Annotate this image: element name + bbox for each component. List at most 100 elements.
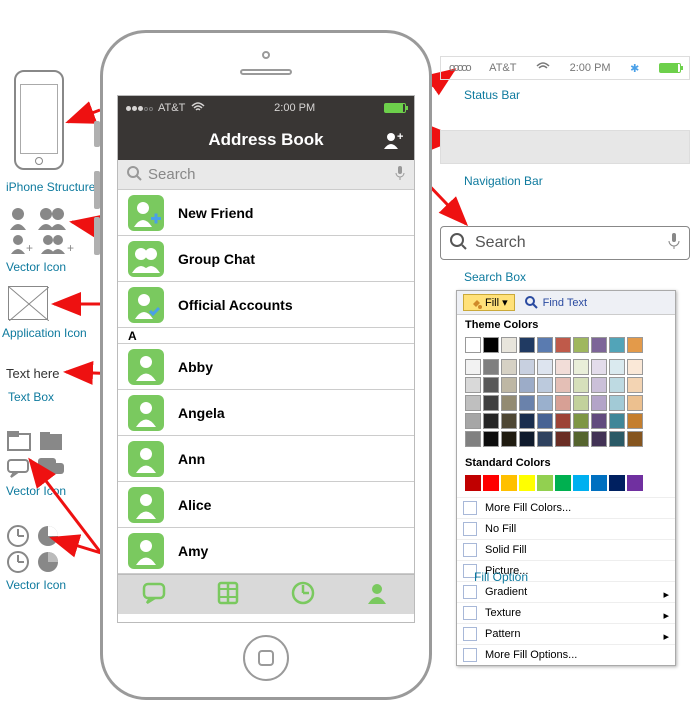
color-swatch[interactable] [573,377,589,393]
list-item[interactable]: Official Accounts [118,282,414,328]
menu-item-label: Pattern [485,628,520,640]
tab-contacts-icon[interactable] [215,579,243,610]
color-swatch[interactable] [519,413,535,429]
color-swatch[interactable] [627,377,643,393]
color-swatch[interactable] [519,395,535,411]
fill-menu-item[interactable]: More Fill Colors... [457,497,675,518]
color-swatch[interactable] [465,413,481,429]
color-swatch[interactable] [519,431,535,447]
color-swatch[interactable] [519,359,535,375]
color-swatch[interactable] [501,377,517,393]
color-swatch[interactable] [591,377,607,393]
color-swatch[interactable] [483,431,499,447]
color-swatch[interactable] [537,377,553,393]
list-item[interactable]: New Friend [118,190,414,236]
contact-row[interactable]: Alice [118,482,414,528]
color-swatch[interactable] [555,359,571,375]
color-swatch[interactable] [501,395,517,411]
color-swatch[interactable] [591,337,607,353]
tab-discover-icon[interactable] [289,579,317,610]
color-swatch[interactable] [609,395,625,411]
color-swatch[interactable] [573,337,589,353]
color-swatch[interactable] [537,359,553,375]
mic-icon[interactable] [394,165,406,185]
color-swatch[interactable] [573,413,589,429]
fill-menu-item[interactable]: Gradient ▸ [457,581,675,602]
color-swatch[interactable] [609,337,625,353]
fill-menu-item[interactable]: More Fill Options... [457,644,675,665]
color-swatch[interactable] [627,337,643,353]
color-swatch[interactable] [591,431,607,447]
color-swatch[interactable] [483,337,499,353]
color-swatch[interactable] [483,475,499,491]
color-swatch[interactable] [609,359,625,375]
color-swatch[interactable] [627,395,643,411]
color-swatch[interactable] [573,395,589,411]
color-swatch[interactable] [465,359,481,375]
color-swatch[interactable] [591,413,607,429]
theme-colors-title: Theme Colors [457,315,675,335]
color-swatch[interactable] [465,377,481,393]
color-swatch[interactable] [537,475,553,491]
color-swatch[interactable] [627,475,643,491]
color-swatch[interactable] [609,413,625,429]
callout-search-box[interactable]: Search [440,226,690,260]
color-swatch[interactable] [573,475,589,491]
color-swatch[interactable] [591,359,607,375]
list-item[interactable]: Group Chat [118,236,414,282]
color-swatch[interactable] [609,431,625,447]
color-swatch[interactable] [627,431,643,447]
color-swatch[interactable] [537,431,553,447]
color-swatch[interactable] [465,431,481,447]
fill-menu-item[interactable]: Pattern ▸ [457,623,675,644]
color-swatch[interactable] [609,377,625,393]
color-swatch[interactable] [483,413,499,429]
color-swatch[interactable] [537,395,553,411]
color-swatch[interactable] [555,337,571,353]
color-swatch[interactable] [465,395,481,411]
add-contact-icon[interactable]: + [382,130,404,155]
tab-me-icon[interactable] [363,579,391,610]
fill-color-menu[interactable]: Fill ▾ Find Text Theme Colors Standard C… [456,290,676,666]
color-swatch[interactable] [573,359,589,375]
color-swatch[interactable] [591,475,607,491]
color-swatch[interactable] [519,475,535,491]
color-swatch[interactable] [519,377,535,393]
color-swatch[interactable] [555,475,571,491]
contact-row[interactable]: Ann [118,436,414,482]
tab-chat-icon[interactable] [141,579,169,610]
color-swatch[interactable] [501,413,517,429]
color-swatch[interactable] [465,337,481,353]
color-swatch[interactable] [555,413,571,429]
color-swatch[interactable] [483,395,499,411]
fill-menu-item[interactable]: Solid Fill [457,539,675,560]
contact-row[interactable]: Abby [118,344,414,390]
home-button[interactable] [243,635,289,681]
color-swatch[interactable] [573,431,589,447]
color-swatch[interactable] [627,413,643,429]
color-swatch[interactable] [501,431,517,447]
color-swatch[interactable] [537,413,553,429]
fill-menu-item[interactable]: No Fill [457,518,675,539]
contact-row[interactable]: Amy [118,528,414,574]
color-swatch[interactable] [537,337,553,353]
find-text-button[interactable]: Find Text [525,296,587,310]
color-swatch[interactable] [483,359,499,375]
color-swatch[interactable] [555,431,571,447]
color-swatch[interactable] [519,337,535,353]
color-swatch[interactable] [465,475,481,491]
search-box[interactable]: Search [118,160,414,190]
color-swatch[interactable] [555,377,571,393]
color-swatch[interactable] [609,475,625,491]
fill-menu-item[interactable]: Texture ▸ [457,602,675,623]
color-swatch[interactable] [501,359,517,375]
color-swatch[interactable] [555,395,571,411]
mic-icon[interactable] [667,232,681,255]
color-swatch[interactable] [591,395,607,411]
contact-row[interactable]: Angela [118,390,414,436]
fill-button[interactable]: Fill ▾ [463,294,515,311]
color-swatch[interactable] [501,337,517,353]
color-swatch[interactable] [627,359,643,375]
color-swatch[interactable] [483,377,499,393]
color-swatch[interactable] [501,475,517,491]
